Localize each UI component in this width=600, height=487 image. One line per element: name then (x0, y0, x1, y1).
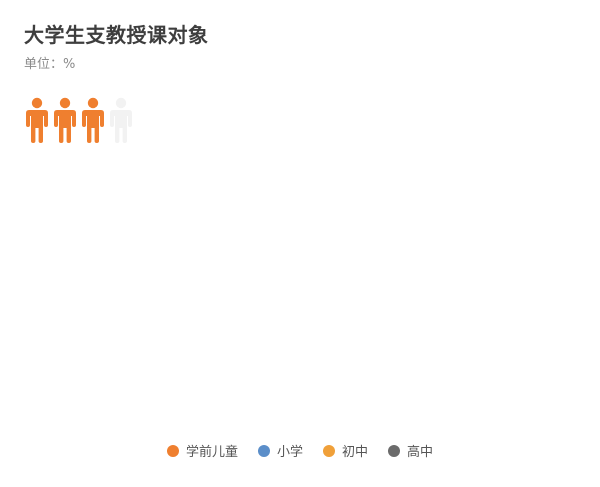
chart-title: 大学生支教授课对象 (24, 23, 209, 47)
legend-label: 学前儿童 (185, 445, 238, 460)
legend-item[interactable]: 学前儿童 (166, 441, 238, 460)
person-icon (54, 97, 76, 143)
person-icon (82, 97, 104, 143)
person-icon (110, 97, 132, 143)
legend-marker (166, 444, 179, 457)
legend-marker (388, 444, 401, 457)
pictorial-row (24, 97, 584, 145)
legend-label: 小学 (276, 445, 303, 460)
legend: 学前儿童 小学 初中 高中 (0, 441, 600, 460)
legend-item[interactable]: 高中 (388, 441, 433, 460)
legend-marker (257, 444, 270, 457)
person-icon (26, 97, 48, 143)
chart-unit: 单位：% (24, 57, 76, 72)
legend-label: 高中 (407, 445, 434, 460)
legend-item[interactable]: 小学 (257, 441, 303, 460)
legend-label: 初中 (342, 445, 369, 460)
legend-item[interactable]: 初中 (323, 441, 368, 460)
legend-marker (323, 444, 335, 457)
